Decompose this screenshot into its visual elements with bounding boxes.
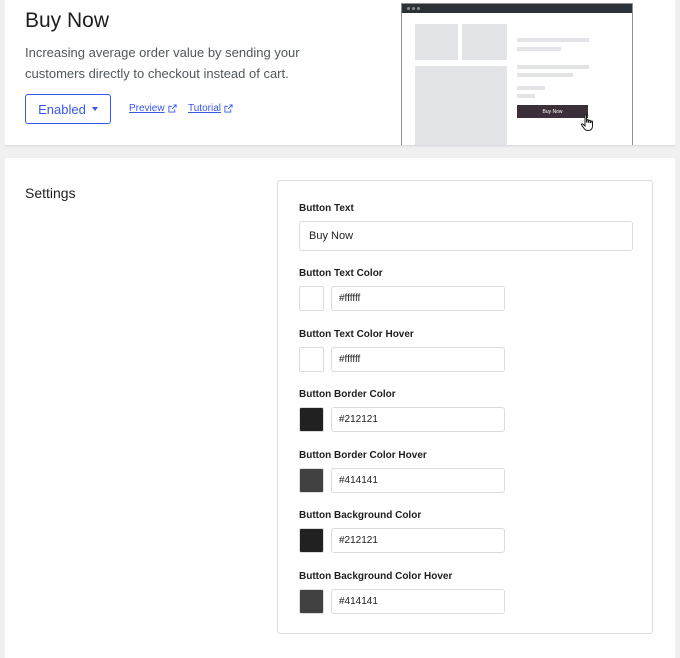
browser-bar bbox=[402, 4, 632, 13]
hand-pointer-icon bbox=[580, 114, 593, 131]
button-text-label: Button Text bbox=[299, 203, 354, 214]
settings-title: Settings bbox=[25, 185, 76, 201]
preview-link[interactable]: Preview bbox=[129, 103, 177, 114]
external-link-icon bbox=[168, 104, 177, 113]
placeholder-text-line bbox=[517, 73, 573, 77]
color-swatch[interactable] bbox=[299, 407, 324, 432]
color-hex-input[interactable] bbox=[331, 286, 505, 311]
color-hex-input[interactable] bbox=[331, 407, 505, 432]
color-field-label: Button Border Color bbox=[299, 389, 396, 400]
color-swatch[interactable] bbox=[299, 528, 324, 553]
page-title: Buy Now bbox=[25, 9, 110, 32]
color-field-label: Button Border Color Hover bbox=[299, 450, 427, 461]
tutorial-link[interactable]: Tutorial bbox=[188, 103, 233, 114]
placeholder-image-block bbox=[415, 66, 507, 145]
color-swatch[interactable] bbox=[299, 468, 324, 493]
settings-fields-panel: Button Text Button Text Color Button Tex… bbox=[277, 180, 653, 634]
window-dot-icon bbox=[412, 7, 415, 10]
tutorial-link-label: Tutorial bbox=[188, 103, 221, 114]
button-text-input[interactable] bbox=[299, 221, 633, 251]
color-swatch[interactable] bbox=[299, 589, 324, 614]
window-dot-icon bbox=[407, 7, 410, 10]
placeholder-image-block bbox=[415, 24, 458, 60]
status-dropdown-button[interactable]: Enabled bbox=[25, 94, 111, 124]
placeholder-text-line bbox=[517, 86, 545, 90]
buy-now-module-card: Buy Now Increasing average order value b… bbox=[5, 0, 675, 146]
caret-down-icon bbox=[91, 107, 98, 111]
module-description: Increasing average order value by sendin… bbox=[25, 45, 300, 81]
color-swatch[interactable] bbox=[299, 286, 324, 311]
placeholder-text-line bbox=[517, 47, 561, 51]
color-hex-input[interactable] bbox=[331, 528, 505, 553]
preview-link-label: Preview bbox=[129, 103, 165, 114]
window-dot-icon bbox=[417, 7, 420, 10]
placeholder-image-block bbox=[462, 24, 507, 60]
settings-card: Settings Button Text Button Text Color B… bbox=[5, 158, 675, 658]
color-hex-input[interactable] bbox=[331, 589, 505, 614]
placeholder-text-line bbox=[517, 94, 535, 98]
color-hex-input[interactable] bbox=[331, 347, 505, 372]
placeholder-text-line bbox=[517, 38, 589, 42]
external-link-icon bbox=[224, 104, 233, 113]
color-field-label: Button Text Color Hover bbox=[299, 329, 414, 340]
placeholder-text-line bbox=[517, 65, 589, 69]
status-dropdown-label: Enabled bbox=[38, 101, 86, 117]
color-swatch[interactable] bbox=[299, 347, 324, 372]
feature-preview-illustration: Buy Now bbox=[401, 3, 633, 145]
color-field-label: Button Text Color bbox=[299, 268, 383, 279]
color-hex-input[interactable] bbox=[331, 468, 505, 493]
color-field-label: Button Background Color bbox=[299, 510, 422, 521]
color-field-label: Button Background Color Hover bbox=[299, 571, 453, 582]
illustration-buy-button: Buy Now bbox=[517, 105, 588, 118]
